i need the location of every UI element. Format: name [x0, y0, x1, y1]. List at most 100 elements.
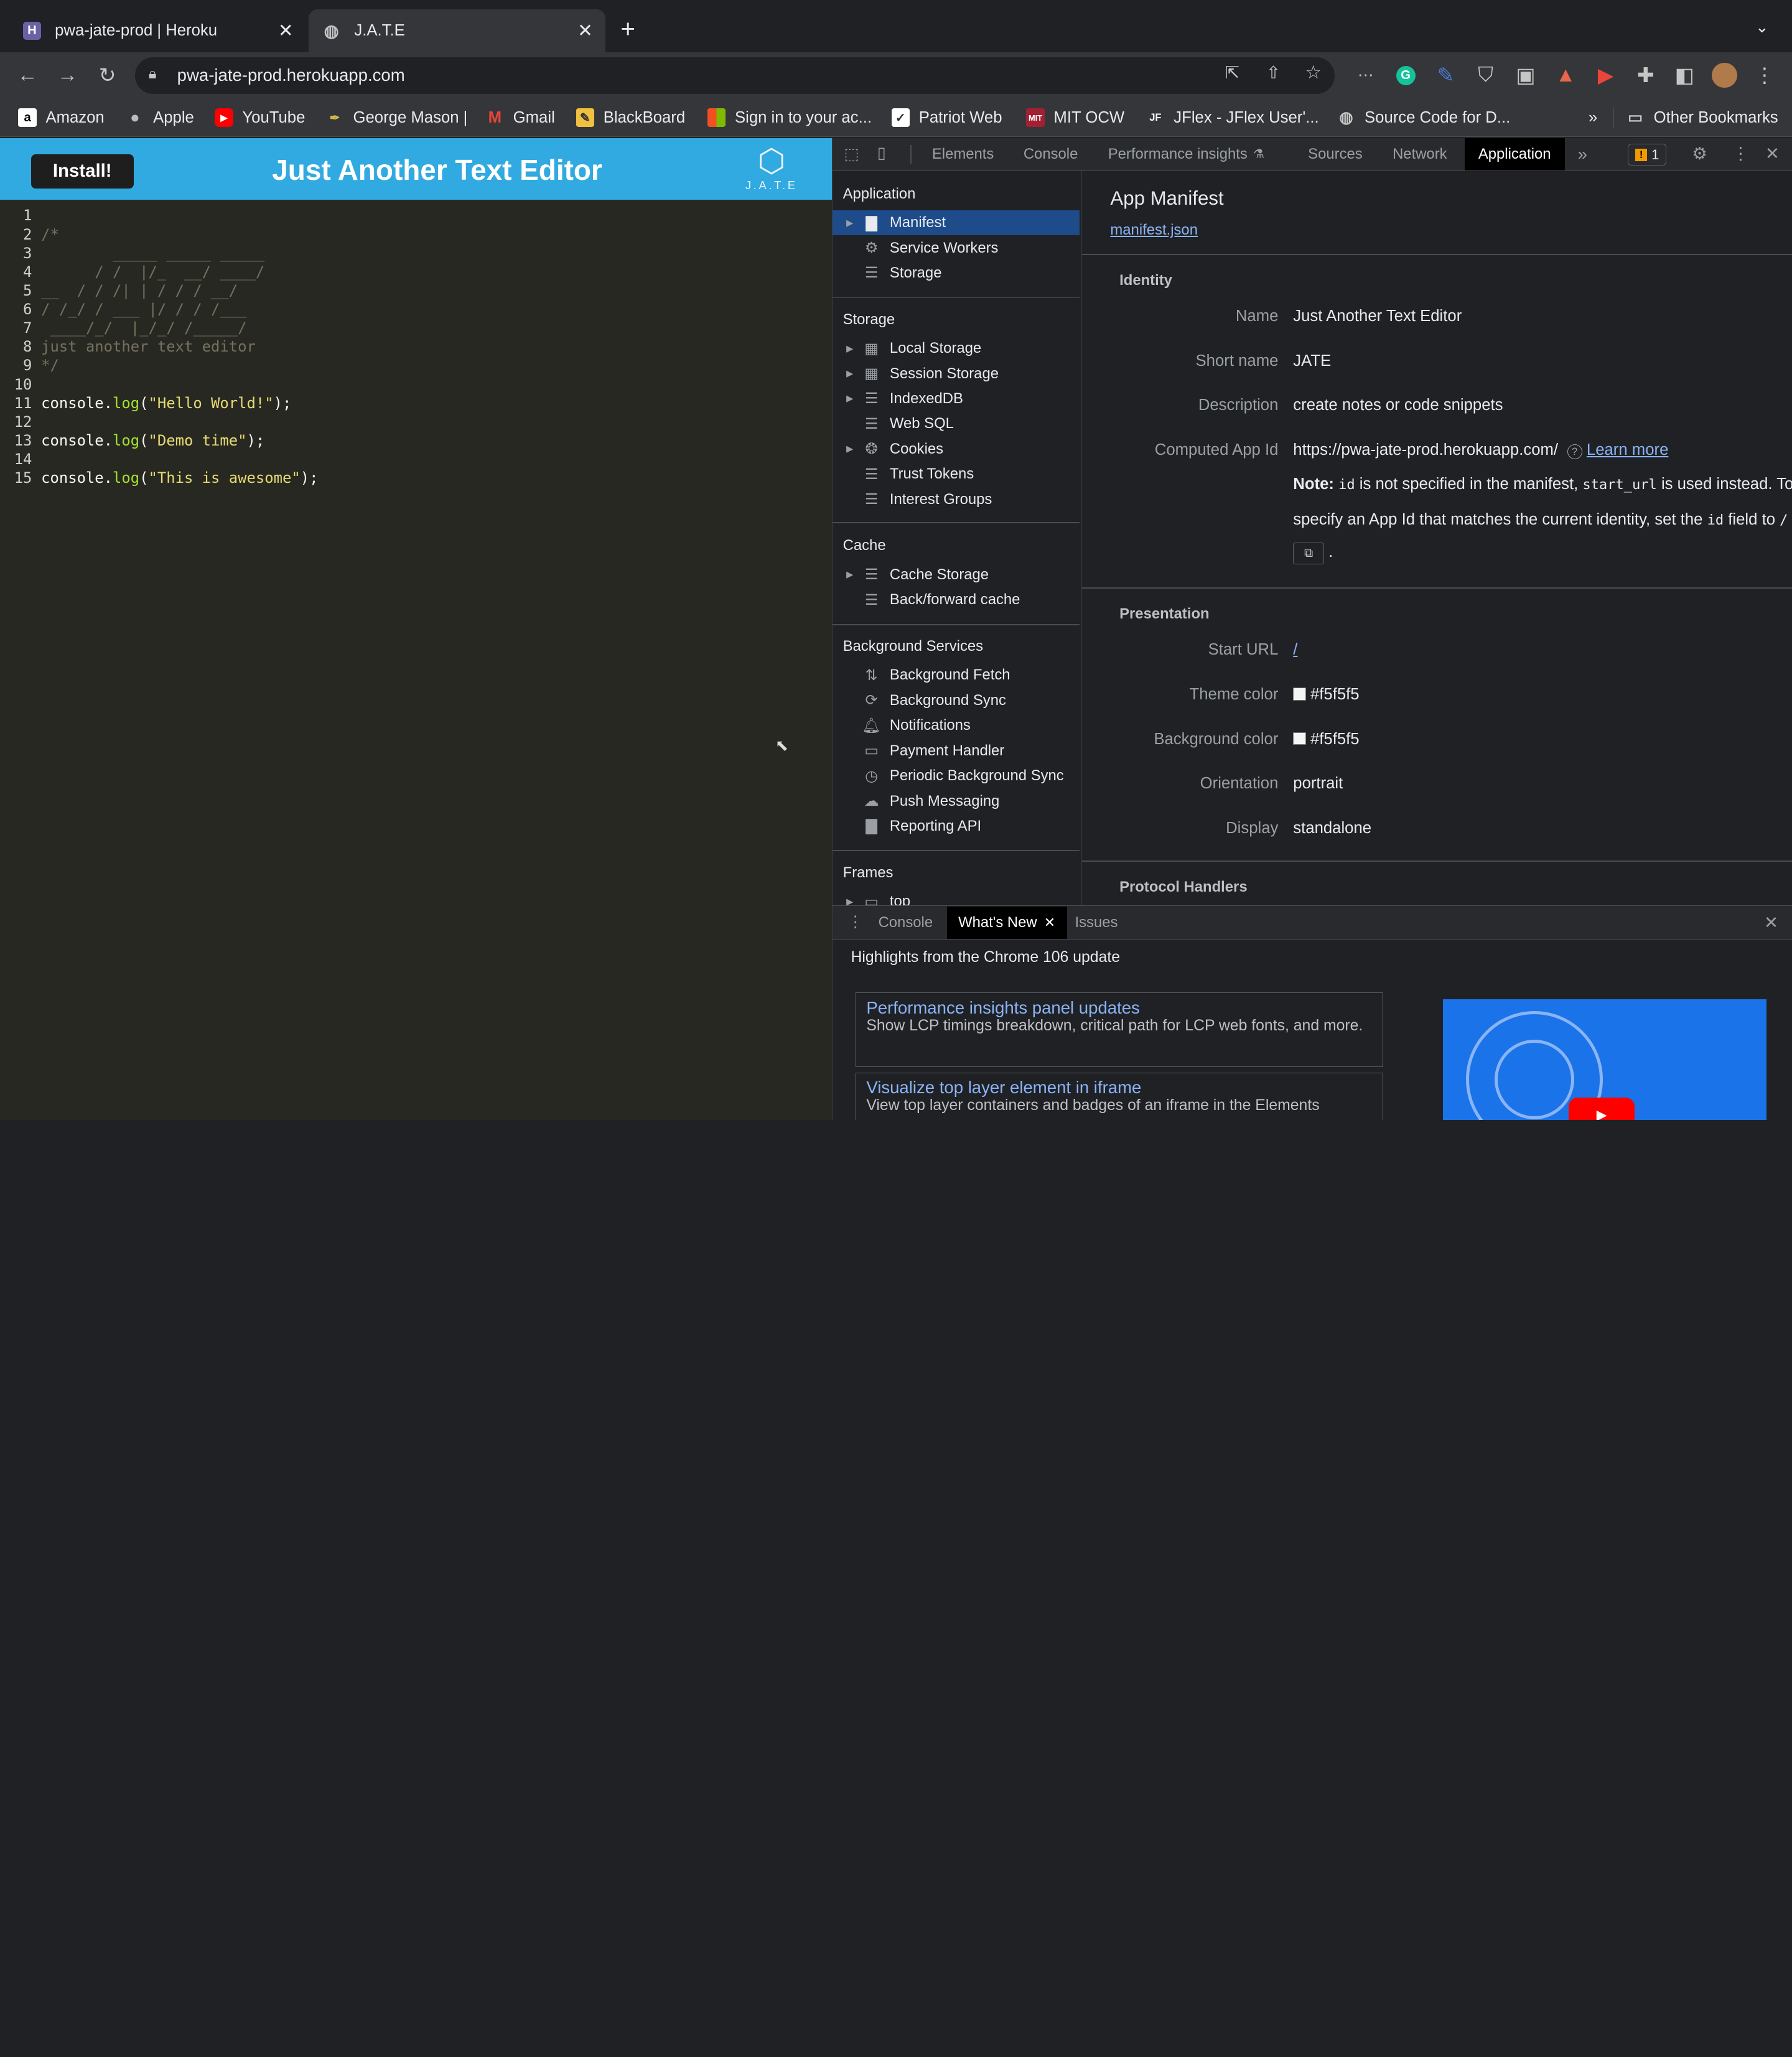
address-bar[interactable]: 🔒︎ pwa-jate-prod.herokuapp.com ⇱ ⇧ ☆ [134, 57, 1335, 94]
forward-arrow-icon[interactable]: → [54, 62, 81, 89]
sidebar-item-payment-handler[interactable]: ▭ Payment Handler [833, 738, 1080, 763]
expand-arrow-icon[interactable]: ▶ [846, 218, 857, 228]
devtools-tab-elements[interactable]: Elements [932, 138, 994, 170]
devtools-tab-network[interactable]: Network [1393, 138, 1447, 170]
expand-arrow-icon[interactable]: ▶ [846, 393, 857, 404]
bookmark-youtube[interactable]: ▶ YouTube [215, 106, 305, 129]
browser-tab-jate[interactable]: ◍ J.A.T.E ✕ [308, 9, 606, 53]
sidebar-item-cookies[interactable]: ▶ ❂ Cookies [833, 437, 1080, 462]
more-tabs-chevron-icon[interactable]: » [1578, 138, 1587, 170]
sidebar-item-session-storage[interactable]: ▶ ▦ Session Storage [833, 361, 1080, 386]
expand-arrow-icon[interactable]: ▶ [846, 444, 857, 454]
code-line[interactable]: /* [41, 226, 59, 243]
close-tab-icon[interactable]: ✕ [571, 20, 599, 42]
code-line[interactable]: console.log("This is awesome"); [41, 469, 318, 487]
bookmark-microsoft[interactable]: Sign in to your ac... [707, 106, 872, 129]
close-tab-icon[interactable]: ✕ [1044, 915, 1055, 931]
sidebar-item-service-workers[interactable]: ⚙ Service Workers [833, 235, 1080, 260]
expand-arrow-icon[interactable]: ▶ [846, 897, 857, 905]
browser-tab-heroku[interactable]: H pwa-jate-prod | Heroku ✕ [0, 9, 306, 53]
card-title[interactable]: Visualize top layer element in iframe [866, 1078, 1373, 1098]
start-url-link[interactable]: / [1293, 641, 1297, 659]
whats-new-card[interactable]: Performance insights panel updates Show … [855, 992, 1384, 1067]
copy-icon[interactable]: ⧉ [1293, 543, 1325, 565]
issues-badge[interactable]: ! 1 [1628, 144, 1667, 166]
expand-arrow-icon[interactable]: ▶ [846, 343, 857, 354]
sidebar-item-periodic-background-sync[interactable]: ◷ Periodic Background Sync [833, 763, 1080, 788]
briefcase-extension-icon[interactable]: ▣ [1512, 62, 1539, 89]
sidebar-item-indexeddb[interactable]: ▶ ☰ IndexedDB [833, 386, 1080, 411]
learn-more-link[interactable]: Learn more [1587, 441, 1668, 459]
shield-extension-icon[interactable]: ⛉ [1472, 62, 1500, 89]
bookmark-apple[interactable]: ● Apple [126, 106, 194, 129]
code-line[interactable]: / / |/_ __/ ____/ [41, 263, 264, 281]
sidebar-item-cache-storage[interactable]: ▶ ☰ Cache Storage [833, 562, 1080, 587]
device-toolbar-icon[interactable]: ▯ [877, 144, 886, 162]
code-line[interactable]: */ [41, 357, 59, 374]
sidebar-item-storage[interactable]: ☰ Storage [833, 261, 1080, 286]
code-line[interactable]: _____ _____ _____ [41, 245, 264, 262]
sidebar-item-background-fetch[interactable]: ⇅ Background Fetch [833, 663, 1080, 688]
bookmark-george-mason[interactable]: ✒ George Mason | [325, 106, 468, 129]
drawer-tab-issues[interactable]: Issues [1075, 907, 1118, 938]
sidebar-item-web-sql[interactable]: ☰ Web SQL [833, 411, 1080, 436]
youtube-play-icon[interactable]: ▶ [1568, 1098, 1635, 1120]
close-devtools-icon[interactable]: ✕ [1765, 144, 1780, 164]
back-arrow-icon[interactable]: ← [14, 62, 41, 89]
close-drawer-icon[interactable]: ✕ [1764, 913, 1778, 933]
sidebar-item-trust-tokens[interactable]: ☰ Trust Tokens [833, 462, 1080, 487]
bookmark-star-icon[interactable]: ☆ [1305, 62, 1321, 83]
feather-extension-icon[interactable]: ✎ [1432, 62, 1459, 89]
bookmark-mit-ocw[interactable]: MIT MIT OCW [1026, 106, 1124, 129]
bookmark-gmail[interactable]: M Gmail [486, 106, 555, 129]
code-editor[interactable]: 1 2 /* 3 _____ _____ _____ 4 / / |/_ __/ ___… [0, 200, 833, 1120]
help-icon[interactable]: ? [1567, 444, 1582, 459]
sidebar-item-reporting-api[interactable]: ▇ Reporting API [833, 814, 1080, 839]
code-line[interactable]: console.log("Demo time"); [41, 432, 264, 449]
tab-search-chevron-icon[interactable]: ⌄ [1755, 18, 1769, 37]
sidebar-item-interest-groups[interactable]: ☰ Interest Groups [833, 487, 1080, 511]
new-tab-icon[interactable]: + [620, 16, 635, 41]
sidebar-item-background-sync[interactable]: ⟳ Background Sync [833, 688, 1080, 713]
inspect-element-icon[interactable]: ⬚ [844, 145, 859, 164]
expand-arrow-icon[interactable]: ▶ [846, 569, 857, 580]
share-icon[interactable]: ⇧ [1266, 63, 1281, 83]
reload-icon[interactable]: ↻ [94, 62, 121, 89]
sidebar-item-frame-top[interactable]: ▶ ▭ top [833, 889, 1080, 905]
devtools-tab-performance-insights[interactable]: Performance insights ⚗ [1108, 138, 1264, 170]
sidebar-item-manifest[interactable]: ▶ ▇ Manifest [833, 210, 1080, 236]
bookmark-source-code[interactable]: ◍ Source Code for D... [1337, 106, 1510, 129]
card-title[interactable]: Performance insights panel updates [866, 998, 1373, 1018]
browser-menu-icon[interactable]: ⋮ [1751, 62, 1778, 89]
devtools-tab-application[interactable]: Application [1464, 138, 1565, 170]
bookmark-blackboard[interactable]: ✎ BlackBoard [576, 106, 685, 129]
chrome-update-video-thumbnail[interactable]: ▶ [1442, 999, 1766, 1120]
settings-gear-icon[interactable]: ⚙ [1692, 144, 1707, 164]
devtools-tab-console[interactable]: Console [1024, 138, 1078, 170]
rocket-extension-icon[interactable]: ▲ [1552, 62, 1579, 89]
side-panel-icon[interactable]: ◧ [1671, 62, 1698, 89]
devtools-menu-icon[interactable]: ⋮ [1732, 144, 1750, 164]
drawer-tab-whats-new[interactable]: What's New ✕ [946, 907, 1067, 939]
close-tab-icon[interactable]: ✕ [272, 20, 299, 42]
devtools-tab-sources[interactable]: Sources [1308, 138, 1363, 170]
screencast-extension-icon[interactable]: ▶ [1592, 62, 1620, 89]
sidebar-item-local-storage[interactable]: ▶ ▦ Local Storage [833, 336, 1080, 361]
code-line[interactable]: console.log("Hello World!"); [41, 394, 291, 412]
bookmark-amazon[interactable]: a Amazon [18, 106, 105, 129]
sidebar-item-back-forward-cache[interactable]: ☰ Back/forward cache [833, 587, 1080, 612]
code-line[interactable]: / /_/ / ___ |/ / / /___ [41, 301, 246, 318]
code-line[interactable]: just another text editor [41, 338, 256, 355]
sidebar-item-push-messaging[interactable]: ☁ Push Messaging [833, 788, 1080, 813]
drawer-menu-icon[interactable]: ⋮ [847, 913, 864, 931]
bookmark-jflex[interactable]: JF JFlex - JFlex User'... [1146, 106, 1318, 129]
extensions-puzzle-icon[interactable]: ✚ [1632, 62, 1659, 89]
bookmark-patriot-web[interactable]: ✓ Patriot Web [891, 106, 1002, 129]
open-in-app-icon[interactable]: ⇱ [1225, 63, 1239, 83]
whats-new-card[interactable]: Visualize top layer element in iframe Vi… [855, 1072, 1384, 1120]
sidebar-item-notifications[interactable]: 🔔︎ Notifications [833, 713, 1080, 738]
extension-dots-icon[interactable]: ⋯ [1352, 62, 1379, 89]
more-bookmarks-chevron-icon[interactable]: » [1589, 106, 1597, 129]
code-line[interactable]: __ / / /| | / / / __/ [41, 282, 238, 299]
grammarly-icon[interactable]: G [1392, 62, 1419, 89]
